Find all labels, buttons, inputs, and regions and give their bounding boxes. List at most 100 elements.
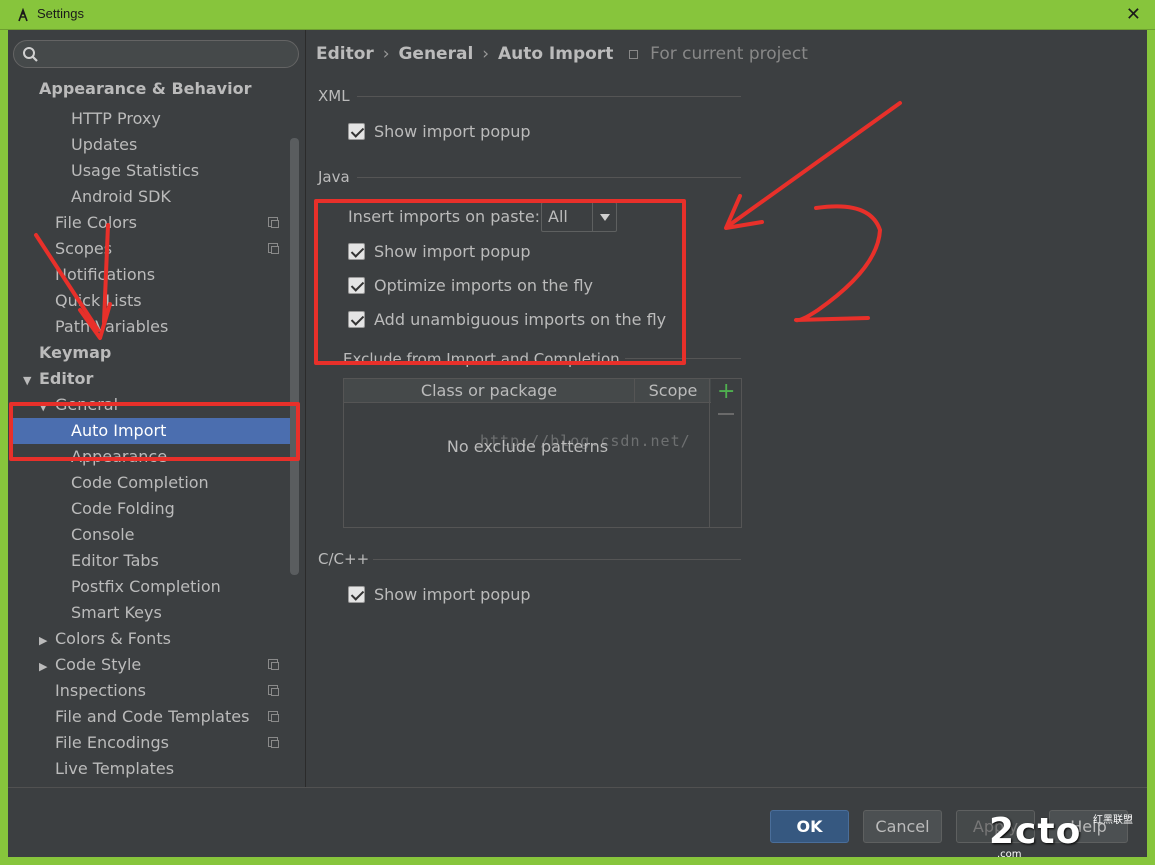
xml-show-popup-label: Show import popup (374, 122, 531, 141)
sidebar-item-code-folding[interactable]: Code Folding (8, 496, 175, 522)
sidebar-item-label: Notifications (55, 265, 156, 284)
add-unambiguous-checkbox[interactable]: Add unambiguous imports on the fly (348, 308, 666, 332)
close-icon[interactable]: ✕ (1126, 4, 1141, 25)
sidebar-item-general[interactable]: ▼ General (8, 392, 118, 418)
sidebar-item-file-colors[interactable]: File Colors (8, 210, 279, 236)
add-unambiguous-label: Add unambiguous imports on the fly (374, 310, 667, 329)
sidebar-item-http-proxy[interactable]: HTTP Proxy (8, 106, 161, 132)
project-scope-icon (268, 659, 279, 670)
sidebar-item-editor[interactable]: ▼ Editor (8, 366, 93, 392)
window-title: Settings (37, 6, 84, 21)
sidebar-item-appearance-behavior[interactable]: Appearance & Behavior (8, 76, 251, 102)
add-icon[interactable]: + (717, 379, 735, 404)
sidebar-item-label: Appearance (71, 447, 168, 466)
column-scope[interactable]: Scope (635, 379, 711, 403)
sidebar-item-file-encodings[interactable]: File Encodings (8, 730, 279, 756)
ok-button[interactable]: OK (770, 810, 849, 843)
project-scope-icon (268, 685, 279, 696)
section-divider (357, 96, 741, 97)
dialog-button-bar: OK Cancel Apply Help (8, 787, 1147, 857)
java-show-popup-label: Show import popup (374, 242, 531, 261)
sidebar-item-postfix-completion[interactable]: Postfix Completion (8, 574, 221, 600)
sidebar-item-live-templates[interactable]: Live Templates (8, 756, 174, 782)
sidebar-item-label: Console (71, 525, 135, 544)
sidebar-item-notifications[interactable]: Notifications (8, 262, 155, 288)
sidebar-item-quick-lists[interactable]: Quick Lists (8, 288, 142, 314)
xml-show-popup-checkbox[interactable]: Show import popup (348, 120, 531, 144)
sidebar-item-path-variables[interactable]: Path Variables (8, 314, 168, 340)
sidebar-item-code-completion[interactable]: Code Completion (8, 470, 209, 496)
settings-sidebar: Appearance & Behavior HTTP Proxy Updates Us… (8, 30, 306, 787)
sidebar-item-colors-fonts[interactable]: ▶ Colors & Fonts (8, 626, 171, 652)
checkbox-checked[interactable] (348, 243, 365, 260)
checkbox-checked[interactable] (348, 586, 365, 603)
logo-url: .com (997, 849, 1022, 860)
column-class-or-package[interactable]: Class or package (344, 379, 635, 403)
expanded-arrow-icon[interactable]: ▼ (39, 394, 55, 420)
cpp-show-popup-checkbox[interactable]: Show import popup (348, 583, 531, 607)
sidebar-item-label: Editor (39, 369, 94, 388)
chevron-down-icon[interactable] (592, 203, 616, 231)
sidebar-scrollbar[interactable] (290, 138, 299, 575)
sidebar-item-label: File and Code Templates (55, 707, 250, 726)
sidebar-item-scopes[interactable]: Scopes (8, 236, 279, 262)
project-scope-icon (629, 49, 639, 59)
sidebar-item-label: Postfix Completion (71, 577, 221, 596)
sidebar-item-editor-tabs[interactable]: Editor Tabs (8, 548, 159, 574)
checkbox-checked[interactable] (348, 123, 365, 140)
sidebar-item-usage-statistics[interactable]: Usage Statistics (8, 158, 199, 184)
section-divider (373, 559, 741, 560)
section-java-title: Java (318, 168, 350, 186)
sidebar-item-updates[interactable]: Updates (8, 132, 137, 158)
sidebar-item-keymap[interactable]: Keymap (8, 340, 111, 366)
window-frame-left (0, 30, 8, 865)
collapsed-arrow-icon[interactable]: ▶ (39, 654, 55, 680)
sidebar-item-label: Code Folding (71, 499, 175, 518)
breadcrumb-separator: › (382, 44, 390, 64)
sidebar-item-label: Scopes (55, 239, 113, 258)
sidebar-item-android-sdk[interactable]: Android SDK (8, 184, 171, 210)
breadcrumb-separator: › (482, 44, 490, 64)
sidebar-item-smart-keys[interactable]: Smart Keys (8, 600, 162, 626)
sidebar-item-label: Appearance & Behavior (39, 79, 252, 98)
expanded-arrow-icon[interactable]: ▼ (23, 368, 39, 394)
sidebar-item-inspections[interactable]: Inspections (8, 678, 279, 704)
window-frame-bottom (0, 857, 1155, 865)
sidebar-item-label: HTTP Proxy (71, 109, 161, 128)
cpp-show-popup-label: Show import popup (374, 585, 531, 604)
scope-note: For current project (650, 44, 808, 64)
sidebar-item-file-and-code-templates[interactable]: File and Code Templates (8, 704, 279, 730)
optimize-imports-label: Optimize imports on the fly (374, 276, 593, 295)
cancel-button[interactable]: Cancel (863, 810, 942, 843)
sidebar-item-label: Usage Statistics (71, 161, 200, 180)
window-titlebar: Settings ✕ (0, 0, 1155, 30)
project-scope-icon (268, 711, 279, 722)
java-show-popup-checkbox[interactable]: Show import popup (348, 240, 531, 264)
section-divider (625, 358, 741, 359)
site-logo: 2cto 红黑联盟 .com (989, 811, 1149, 861)
watermark-text: http://blog.csdn.net/ (480, 432, 691, 450)
project-scope-icon (268, 737, 279, 748)
settings-search-input[interactable] (13, 40, 299, 68)
checkbox-checked[interactable] (348, 277, 365, 294)
optimize-imports-checkbox[interactable]: Optimize imports on the fly (348, 274, 593, 298)
sidebar-item-label: Colors & Fonts (55, 629, 171, 648)
sidebar-item-console[interactable]: Console (8, 522, 135, 548)
breadcrumb-auto-import: Auto Import (497, 44, 614, 64)
checkbox-checked[interactable] (348, 311, 365, 328)
sidebar-item-code-style[interactable]: ▶ Code Style (8, 652, 279, 680)
table-header: Class or package Scope (344, 379, 711, 403)
insert-imports-dropdown[interactable]: All (541, 202, 617, 232)
sidebar-item-appearance[interactable]: Appearance (8, 444, 167, 470)
project-scope-icon (268, 243, 279, 254)
sidebar-item-label: Smart Keys (71, 603, 162, 622)
remove-icon[interactable] (718, 413, 734, 415)
insert-imports-label: Insert imports on paste: (348, 207, 541, 226)
sidebar-item-label: File Encodings (55, 733, 169, 752)
sidebar-item-auto-import[interactable]: Auto Import (11, 418, 291, 444)
sidebar-item-label: Auto Import (71, 421, 167, 440)
breadcrumb: Editor › General › Auto Import For curre… (316, 44, 808, 64)
project-scope-icon (268, 217, 279, 228)
sidebar-item-label: Android SDK (71, 187, 171, 206)
collapsed-arrow-icon[interactable]: ▶ (39, 628, 55, 654)
